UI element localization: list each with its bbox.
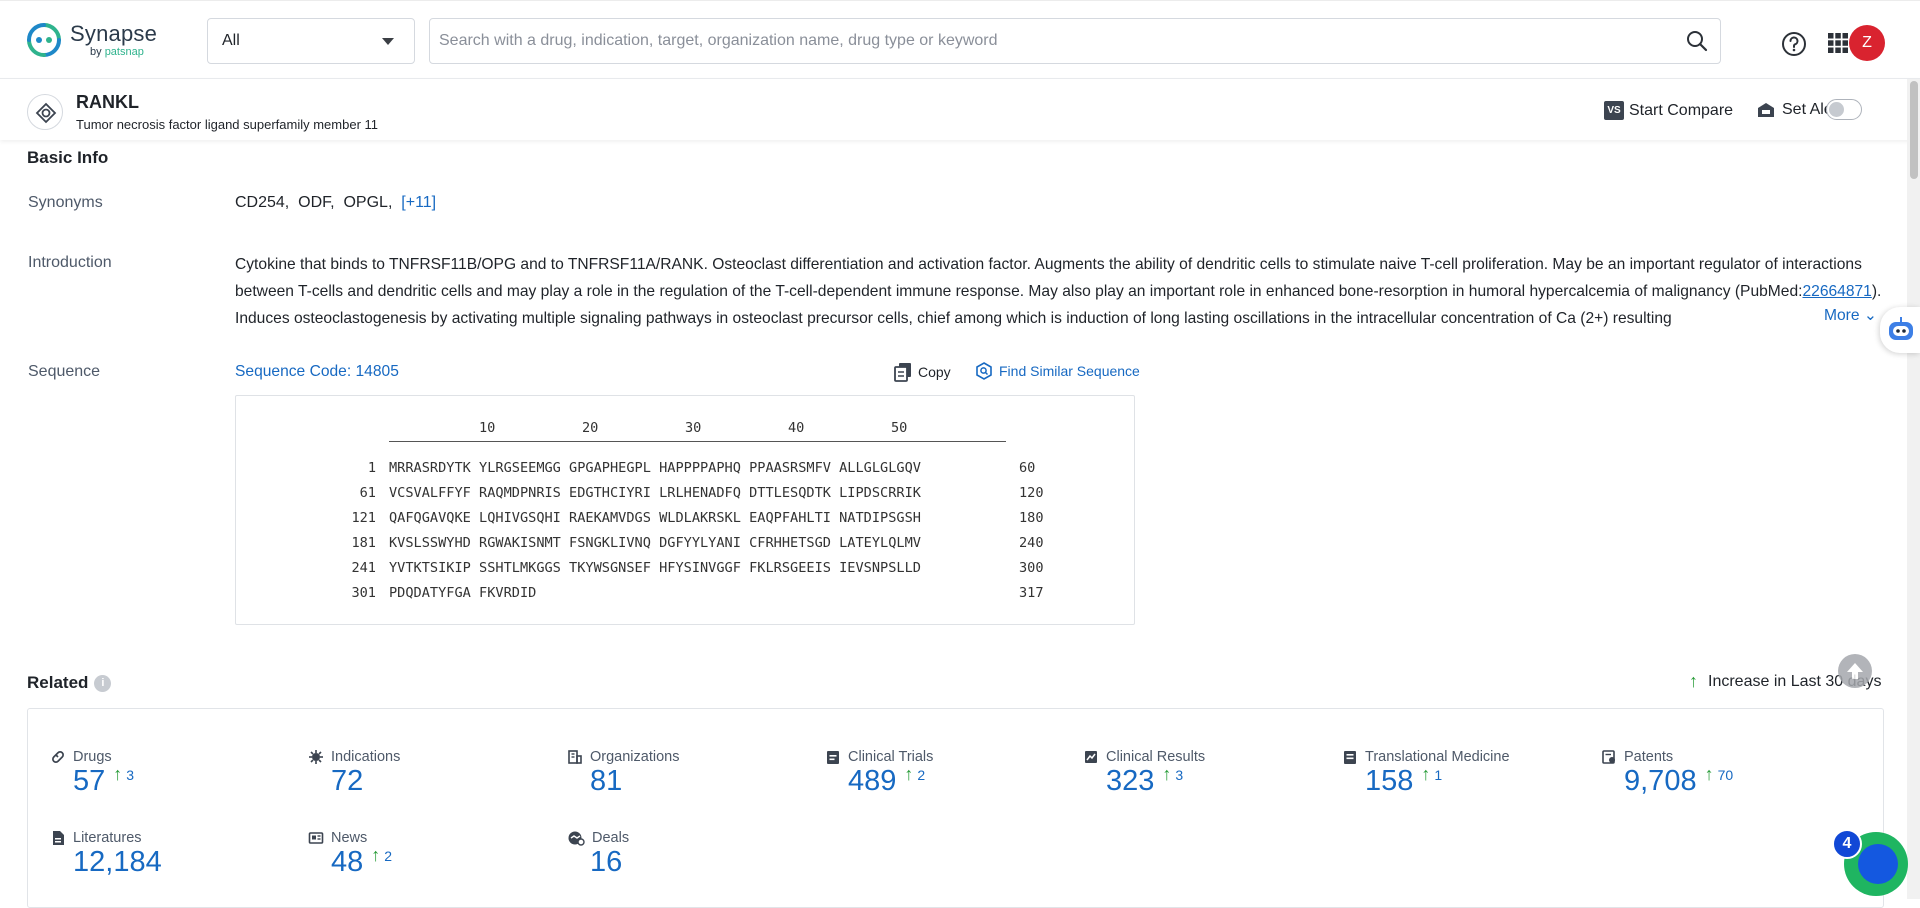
synonyms-more-link[interactable]: [+11] <box>401 194 436 211</box>
user-avatar[interactable]: Z <box>1849 25 1885 61</box>
chart-icon <box>1083 749 1099 765</box>
building-icon <box>567 749 583 765</box>
ruler-tick: 20 <box>582 420 598 436</box>
chat-unread-badge: 4 <box>1832 829 1862 859</box>
virus-icon <box>308 749 324 765</box>
search-box <box>429 18 1721 64</box>
back-to-top-button[interactable] <box>1838 654 1872 688</box>
introduction-more-button[interactable]: More ⌄ <box>1814 306 1884 325</box>
patent-icon <box>1601 749 1617 765</box>
find-similar-icon <box>975 362 993 380</box>
chevron-down-icon: ⌄ <box>1864 307 1877 324</box>
search-icon[interactable] <box>1686 30 1708 52</box>
set-alert-toggle[interactable] <box>1826 99 1862 120</box>
stat-drugs[interactable]: Drugs 57↑3 <box>50 749 112 765</box>
robot-icon <box>1886 317 1916 343</box>
related-title: Relatedi <box>27 673 111 693</box>
ruler-tick: 10 <box>479 420 495 436</box>
introduction-label: Introduction <box>28 254 112 272</box>
scrollbar-thumb[interactable] <box>1910 81 1918 179</box>
caret-down-icon <box>382 38 394 45</box>
synonym: OPGL, <box>343 194 392 211</box>
ruler-tick: 50 <box>891 420 907 436</box>
apps-grid-icon[interactable] <box>1826 31 1850 55</box>
synapse-logo[interactable]: Synapse by patsnap <box>26 22 157 58</box>
find-similar-sequence-button[interactable]: Find Similar Sequence <box>975 362 1140 380</box>
stat-clinical-trials[interactable]: Clinical Trials 489↑2 <box>825 749 933 765</box>
synonym: CD254, <box>235 194 289 211</box>
synonyms-label: Synonyms <box>28 194 103 212</box>
copy-button[interactable]: Copy <box>894 362 951 382</box>
target-name: RANKL <box>76 92 139 113</box>
top-navigation-bar: Synapse by patsnap All Z <box>0 0 1920 78</box>
target-icon <box>27 94 63 130</box>
stat-organizations[interactable]: Organizations 81 <box>567 749 679 765</box>
sequence-ruler: 10 20 30 40 50 <box>389 420 1006 442</box>
search-scope-select[interactable]: All <box>207 18 415 64</box>
stat-deals[interactable]: Deals 16 <box>567 830 629 846</box>
related-stats-panel: Drugs 57↑3 Indications 72 Organizations … <box>27 708 1884 908</box>
synapse-logo-icon <box>26 22 62 58</box>
handshake-icon <box>567 830 585 846</box>
compare-icon: VS <box>1604 101 1624 120</box>
stat-translational-medicine[interactable]: Translational Medicine 158↑1 <box>1342 749 1510 765</box>
search-input[interactable] <box>430 19 1670 63</box>
pill-icon <box>50 749 66 765</box>
sequence-code-link[interactable]: Sequence Code: 14805 <box>235 363 399 381</box>
ruler-tick: 30 <box>685 420 701 436</box>
stat-clinical-results[interactable]: Clinical Results 323↑3 <box>1083 749 1205 765</box>
document-icon <box>50 830 66 846</box>
synonym: ODF, <box>298 194 334 211</box>
clipboard-icon <box>825 749 841 765</box>
sequence-label: Sequence <box>28 363 100 381</box>
help-icon[interactable] <box>1781 31 1807 57</box>
stat-literatures[interactable]: Literatures 12,184 <box>50 830 142 846</box>
sequence-viewer: 10 20 30 40 50 1MRRASRDYTK YLRGSEEMGG GP… <box>235 395 1135 625</box>
book-icon <box>1342 749 1358 765</box>
introduction-text: Cytokine that binds to TNFRSF11B/OPG and… <box>235 251 1885 332</box>
start-compare-label: Start Compare <box>1629 102 1733 120</box>
info-icon[interactable]: i <box>94 675 111 692</box>
copy-label: Copy <box>918 364 951 380</box>
stat-news[interactable]: News 48↑2 <box>308 830 367 846</box>
stat-patents[interactable]: Patents 9,708↑70 <box>1601 749 1673 765</box>
page-scrollbar[interactable] <box>1907 79 1920 899</box>
target-full-name: Tumor necrosis factor ligand superfamily… <box>76 117 378 132</box>
start-compare-button[interactable]: VS Start Compare <box>1604 101 1733 120</box>
find-similar-label: Find Similar Sequence <box>999 363 1140 379</box>
pubmed-link[interactable]: 22664871 <box>1802 283 1871 300</box>
target-header: RANKL Tumor necrosis factor ligand super… <box>0 78 1920 140</box>
brand-name: Synapse <box>70 23 157 45</box>
basic-info-title: Basic Info <box>27 148 108 168</box>
increase-arrow-icon: ↑ <box>1689 671 1698 692</box>
ai-assistant-button[interactable] <box>1880 307 1920 353</box>
copy-icon <box>894 362 912 382</box>
stat-indications[interactable]: Indications 72 <box>308 749 400 765</box>
alert-bell-icon <box>1756 101 1776 119</box>
synonyms-list: CD254, ODF, OPGL, [+11] <box>235 194 436 212</box>
newspaper-icon <box>308 830 324 846</box>
search-scope-value: All <box>222 32 240 50</box>
brand-subtitle: by patsnap <box>90 47 157 58</box>
arrow-up-icon <box>1838 654 1872 688</box>
ruler-tick: 40 <box>788 420 804 436</box>
